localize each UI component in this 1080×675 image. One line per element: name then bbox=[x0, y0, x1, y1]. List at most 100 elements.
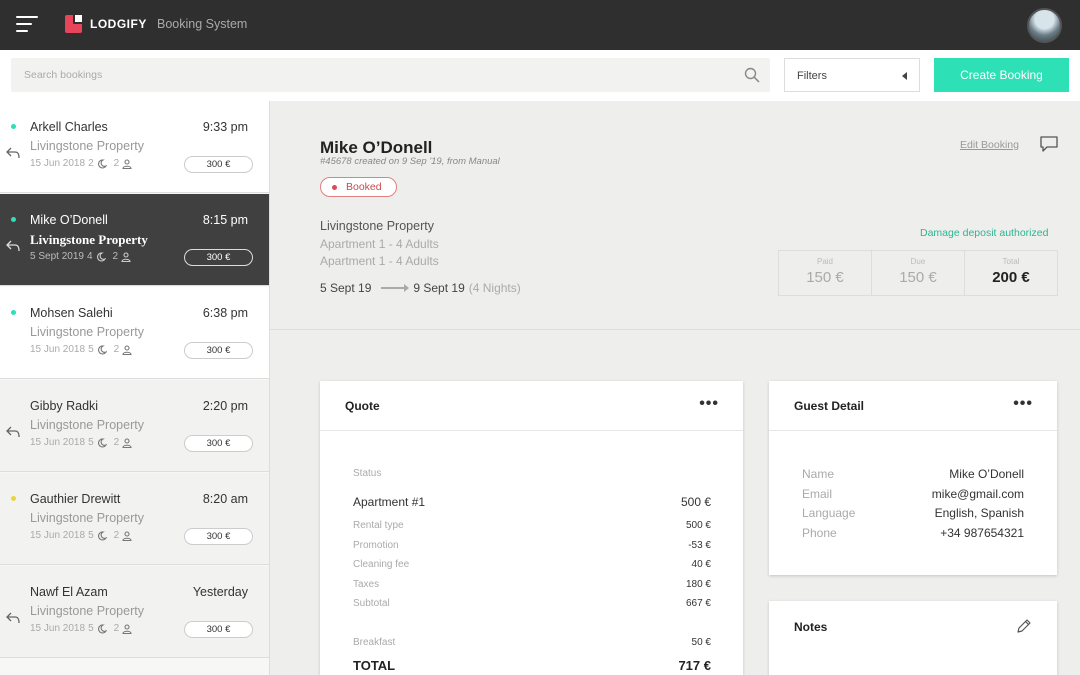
guest-field-value: mike@gmail.com bbox=[931, 487, 1024, 501]
comment-icon[interactable] bbox=[1039, 135, 1059, 153]
quote-line-value: 500 € bbox=[685, 520, 711, 531]
reply-icon[interactable] bbox=[5, 146, 21, 160]
total-value: 200 € bbox=[992, 269, 1030, 286]
status-label: Booked bbox=[346, 181, 382, 193]
booking-price-badge: 300 € bbox=[184, 342, 253, 359]
quote-line: Apartment #1 500 € bbox=[353, 495, 711, 509]
person-icon bbox=[122, 158, 132, 169]
quote-line-label: Breakfast bbox=[353, 637, 396, 648]
booking-list-item[interactable]: Mohsen Salehi 6:38 pm Livingstone Property… bbox=[0, 287, 269, 379]
booking-list-item[interactable]: Gibby Radki 2:20 pm Livingstone Property 15… bbox=[0, 380, 269, 472]
quote-line: Subtotal 667 € bbox=[353, 598, 711, 609]
status-dot-icon bbox=[11, 310, 16, 315]
booking-guests: 2 bbox=[113, 437, 120, 448]
reply-icon[interactable] bbox=[5, 611, 21, 625]
total-label: Total bbox=[1002, 257, 1020, 266]
booking-nights: 5 bbox=[88, 530, 94, 541]
booking-date: 15 Jun 2018 bbox=[30, 158, 86, 169]
quote-total-line: TOTAL 717 € bbox=[353, 658, 711, 673]
guest-field-key: Name bbox=[802, 467, 835, 481]
damage-deposit-status: Damage deposit authorized bbox=[920, 227, 1049, 239]
pencil-icon[interactable] bbox=[1015, 617, 1033, 635]
quote-title: Quote bbox=[345, 399, 380, 413]
booking-list-item[interactable]: Nawf El Azam Yesterday Livingstone Propert… bbox=[0, 566, 269, 658]
quote-line-label: Promotion bbox=[353, 540, 399, 551]
person-icon bbox=[122, 623, 132, 634]
booking-guests: 2 bbox=[113, 530, 120, 541]
search-input[interactable] bbox=[11, 58, 711, 92]
paid-value: 150 € bbox=[806, 269, 844, 286]
menu-icon[interactable] bbox=[16, 16, 38, 34]
booking-list-item[interactable]: Arkell Charles 9:33 pm Livingstone Propert… bbox=[0, 101, 269, 193]
quote-line-value: 667 € bbox=[685, 598, 711, 609]
booking-time: 2:20 pm bbox=[202, 399, 248, 413]
booking-price-badge: 300 € bbox=[184, 435, 253, 452]
booking-guest-name: Gibby Radki bbox=[30, 399, 99, 413]
guest-field-row: Name Mike O’Donell bbox=[802, 467, 1024, 481]
booking-time: 9:33 pm bbox=[202, 120, 248, 134]
search-icon[interactable] bbox=[744, 67, 760, 83]
booking-meta: 15 Jun 2018 5 2 bbox=[30, 623, 132, 634]
quote-line: Taxes 180 € bbox=[353, 579, 711, 590]
guest-field-key: Phone bbox=[802, 526, 837, 540]
booking-list-item[interactable]: Mike O’Donell 8:15 pm Livingstone Property… bbox=[0, 194, 269, 286]
booking-time: 8:15 pm bbox=[202, 213, 248, 227]
booking-property: Livingstone Property bbox=[30, 604, 144, 618]
booking-date: 15 Jun 2018 bbox=[30, 530, 86, 541]
edit-booking-link[interactable]: Edit Booking bbox=[960, 139, 1019, 151]
guest-detail-card: Guest Detail ••• Name Mike O’Donell Email… bbox=[769, 381, 1057, 575]
booking-price-badge: 300 € bbox=[184, 528, 253, 545]
bookings-sidebar: Arkell Charles 9:33 pm Livingstone Propert… bbox=[0, 101, 270, 675]
booking-guests: 2 bbox=[113, 623, 120, 634]
booking-date: 15 Jun 2018 bbox=[30, 623, 86, 634]
moon-icon bbox=[97, 623, 107, 633]
person-icon bbox=[122, 437, 132, 448]
moon-icon bbox=[97, 437, 107, 447]
booking-nights: 5 bbox=[88, 344, 94, 355]
quote-line: Cleaning fee 40 € bbox=[353, 559, 711, 570]
reply-icon[interactable] bbox=[5, 425, 21, 439]
notes-card: Notes bbox=[769, 601, 1057, 675]
notes-title: Notes bbox=[794, 620, 828, 634]
booking-guest-name: Mike O’Donell bbox=[30, 213, 108, 227]
booking-date: 15 Jun 2018 bbox=[30, 344, 86, 355]
booking-time: 6:38 pm bbox=[202, 306, 248, 320]
property-name: Livingstone Property bbox=[320, 219, 434, 233]
quote-line-label: Cleaning fee bbox=[353, 559, 410, 570]
booking-meta: #45678 created on 9 Sep '19, from Manual bbox=[320, 156, 500, 167]
nights-count: (4 Nights) bbox=[468, 281, 521, 295]
payment-totals: Paid 150 € Due 150 € Total 200 € bbox=[778, 250, 1058, 296]
booking-property: Livingstone Property bbox=[30, 232, 148, 247]
booking-guests: 2 bbox=[112, 251, 119, 262]
filters-label: Filters bbox=[797, 70, 827, 82]
quote-line-value: -53 € bbox=[688, 540, 711, 551]
caret-left-icon bbox=[902, 72, 907, 80]
status-dot-icon bbox=[11, 217, 16, 222]
guest-field-value: +34 987654321 bbox=[940, 526, 1024, 540]
filters-dropdown[interactable]: Filters bbox=[784, 58, 920, 92]
app-subtitle: Booking System bbox=[157, 17, 248, 31]
booking-date: 5 Sept 2019 bbox=[30, 251, 84, 262]
quote-total-label: TOTAL bbox=[353, 658, 396, 673]
booking-property: Livingstone Property bbox=[30, 511, 144, 525]
booking-property: Livingstone Property bbox=[30, 325, 144, 339]
total-cell: Total 200 € bbox=[965, 251, 1057, 295]
booking-meta: 5 Sept 2019 4 2 bbox=[30, 251, 131, 262]
more-options-icon[interactable]: ••• bbox=[699, 395, 719, 413]
guest-field-row: Email mike@gmail.com bbox=[802, 487, 1024, 501]
search-box bbox=[11, 58, 770, 92]
create-booking-button[interactable]: Create Booking bbox=[934, 58, 1069, 92]
user-avatar[interactable] bbox=[1027, 8, 1062, 43]
reply-icon[interactable] bbox=[5, 239, 21, 253]
booking-list-item[interactable]: Gauthier Drewitt 8:20 am Livingstone Prope… bbox=[0, 473, 269, 565]
guest-field-key: Language bbox=[802, 506, 856, 520]
status-dot-icon bbox=[11, 124, 16, 129]
guest-field-row: Language English, Spanish bbox=[802, 506, 1024, 520]
status-dot-icon bbox=[332, 185, 337, 190]
quote-line-label: Rental type bbox=[353, 520, 404, 531]
booking-nights: 5 bbox=[88, 437, 94, 448]
date-from: 5 Sept 19 bbox=[320, 281, 372, 295]
booking-guest-name: Mohsen Salehi bbox=[30, 306, 113, 320]
more-options-icon[interactable]: ••• bbox=[1013, 395, 1033, 413]
search-row: Filters Create Booking bbox=[0, 50, 1080, 101]
